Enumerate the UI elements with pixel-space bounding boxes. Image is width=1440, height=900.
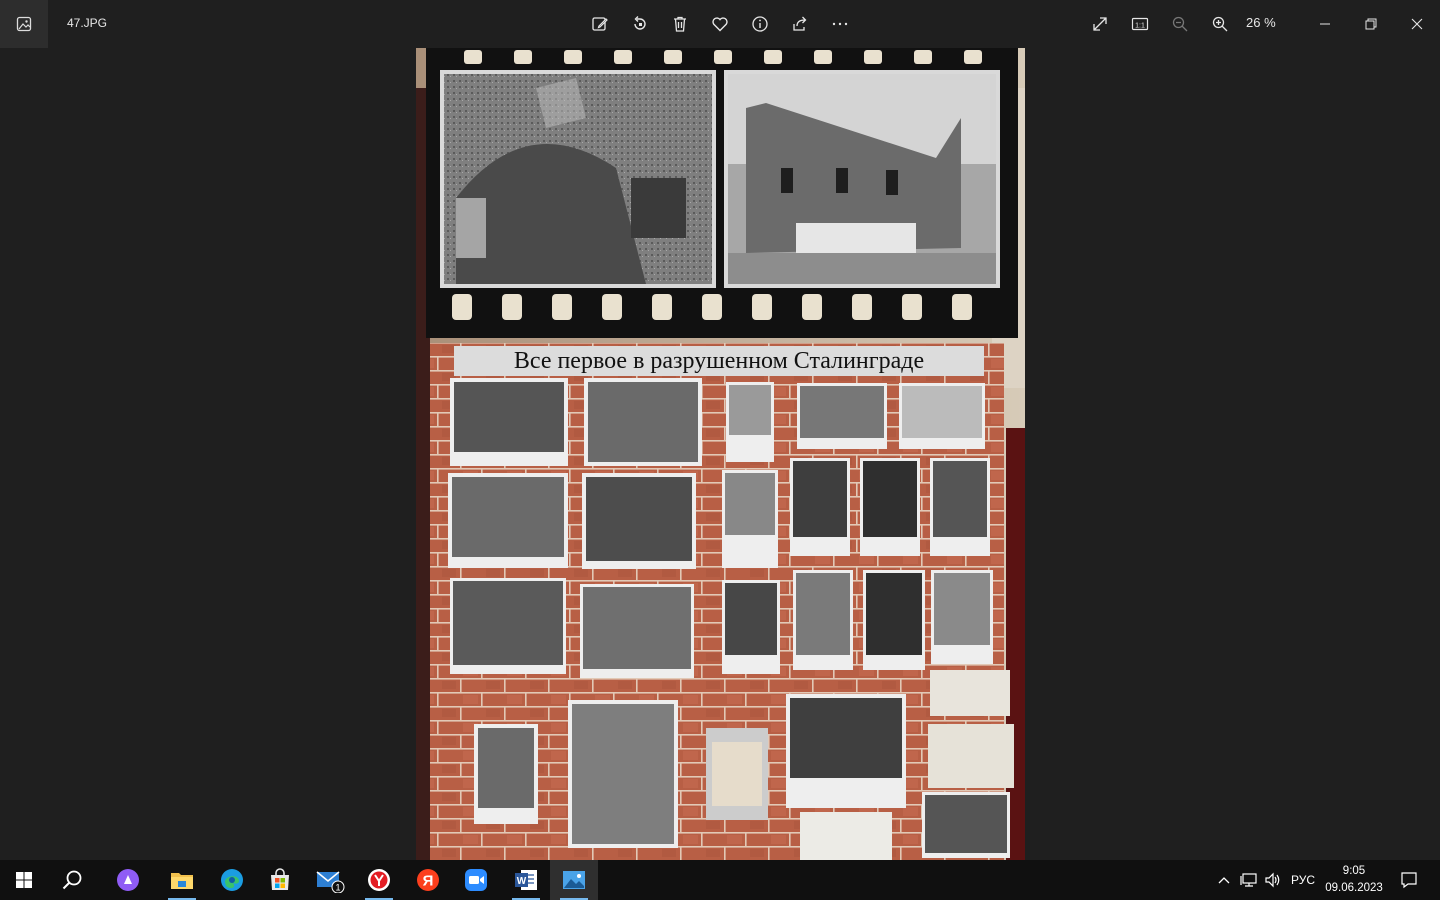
info-icon[interactable] [748,12,772,36]
action-center-icon[interactable] [1394,860,1424,900]
start-button[interactable] [0,860,48,900]
mail-badge: 1 [335,883,340,893]
actual-size-label: 1:1 [1135,22,1145,29]
photo-content: Все первое в разрушенном Сталинграде [416,48,1025,860]
clock-date: 09.06.2023 [1325,882,1383,894]
taskbar: 1 Я W РУС 9:05 09.06.2023 [0,860,1440,900]
photos-app-icon[interactable] [0,0,48,48]
search-icon[interactable] [48,860,96,900]
favorite-icon[interactable] [708,12,732,36]
share-icon[interactable] [788,12,812,36]
fullscreen-icon[interactable] [1088,12,1112,36]
zoom-out-icon[interactable] [1168,12,1192,36]
yandex-browser-icon[interactable] [355,860,403,900]
edit-icon[interactable] [588,12,612,36]
microsoft-store-icon[interactable] [256,860,304,900]
photos-app-window: 47.JPG 1:1 26 % Все первое в разрушенном… [0,0,1440,860]
network-icon[interactable] [1238,860,1260,900]
volume-icon[interactable] [1262,860,1284,900]
more-icon[interactable] [828,12,852,36]
input-language[interactable]: РУС [1288,860,1318,900]
restore-icon[interactable] [1359,12,1383,36]
rotate-icon[interactable] [628,12,652,36]
photos-app-taskbar-icon[interactable] [550,860,598,900]
displayed-photo: Все первое в разрушенном Сталинграде [416,48,1025,860]
close-icon[interactable] [1405,12,1429,36]
zoom-in-icon[interactable] [1208,12,1232,36]
zoom-level[interactable]: 26 % [1246,15,1276,30]
edge-browser-icon[interactable] [208,860,256,900]
alice-assistant-icon[interactable] [104,860,152,900]
yandex-icon[interactable]: Я [404,860,452,900]
svg-text:W: W [517,876,527,887]
delete-icon[interactable] [668,12,692,36]
word-icon[interactable]: W [502,860,550,900]
svg-text:Я: Я [423,873,434,890]
clock-time: 9:05 [1342,865,1366,877]
file-name: 47.JPG [67,16,108,30]
exhibit-heading: Все первое в разрушенном Сталинграде [514,348,924,374]
actual-size-icon[interactable]: 1:1 [1128,12,1152,36]
file-explorer-icon[interactable] [158,860,206,900]
minimize-icon[interactable] [1313,12,1337,36]
taskbar-clock[interactable]: 9:05 09.06.2023 [1322,863,1386,897]
show-hidden-icons-chevron-icon[interactable] [1214,860,1234,900]
zoom-app-icon[interactable] [452,860,500,900]
mail-icon[interactable]: 1 [306,860,354,900]
title-bar: 47.JPG 1:1 26 % [0,0,1440,48]
